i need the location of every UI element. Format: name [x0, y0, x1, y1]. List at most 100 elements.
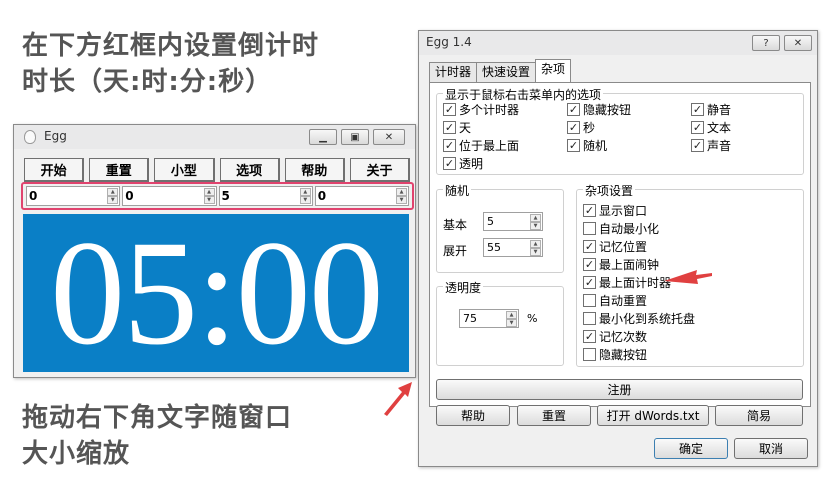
opacity-group-label: 透明度: [443, 279, 484, 296]
random-base-label: 基本: [443, 218, 468, 232]
auto-minimize-checkbox[interactable]: 自动最小化: [583, 220, 659, 237]
checkbox-box[interactable]: ✓: [567, 139, 580, 152]
maximize-button[interactable]: ▣: [341, 129, 369, 145]
days-input[interactable]: 0 ▲ ▼: [26, 186, 121, 206]
checkbox-box[interactable]: ✓: [443, 121, 456, 134]
random-group-label: 随机: [443, 182, 472, 199]
top-caption-line1: 在下方红框内设置倒计时: [22, 31, 320, 61]
hours-input[interactable]: 0 ▲ ▼: [122, 186, 217, 206]
checkbox-box[interactable]: ✓: [583, 276, 596, 289]
random-base-spinner[interactable]: ▲ ▼: [530, 214, 541, 230]
random-group: 随机 基本 5 ▲ ▼ 展开 55 ▲ ▼: [436, 182, 564, 273]
duration-fields-frame: 0 ▲ ▼ 0 ▲ ▼ 5 ▲ ▼ 0 ▲ ▼: [21, 182, 414, 210]
checkbox-box[interactable]: ✓: [691, 103, 704, 116]
arrow-to-topmost-timer-icon: [664, 270, 712, 284]
cm-multiple-timers-checkbox[interactable]: ✓ 多个计时器: [443, 101, 519, 118]
open-dwords-button[interactable]: 打开 dWords.txt: [597, 405, 709, 426]
checkbox-box[interactable]: [583, 294, 596, 307]
egg-app-icon: [24, 130, 36, 144]
checkbox-box[interactable]: ✓: [691, 139, 704, 152]
ok-button[interactable]: 确定: [654, 438, 728, 459]
checkbox-box[interactable]: [583, 348, 596, 361]
hide-buttons-checkbox[interactable]: 隐藏按钮: [583, 346, 647, 363]
arrow-to-resize-corner-icon: [384, 382, 412, 416]
egg-titlebar[interactable]: Egg ▁ ▣ ✕: [14, 125, 415, 149]
random-base-input[interactable]: 5 ▲ ▼: [483, 212, 543, 231]
cm-seconds-checkbox[interactable]: ✓ 秒: [567, 119, 595, 136]
options-button[interactable]: 选项: [219, 158, 280, 182]
simple-mode-button[interactable]: 简易: [715, 405, 803, 426]
context-menu-group: 显示于鼠标右击菜单内的选项 ✓ 多个计时器 ✓ 隐藏按钮 ✓ 静音 ✓ 天 ✓ 秒 ✓ 文本…: [436, 86, 804, 175]
egg-timer-window: Egg ▁ ▣ ✕ 开始 重置 小型 选项 帮助 关于 0 ▲ ▼ 0 ▲ ▼ 5 …: [13, 124, 416, 378]
cm-transparent-checkbox[interactable]: ✓ 透明: [443, 155, 483, 172]
tab-misc[interactable]: 杂项: [535, 59, 572, 82]
opacity-input[interactable]: 75 ▲ ▼: [459, 309, 519, 328]
start-button[interactable]: 开始: [24, 158, 85, 182]
checkbox-box[interactable]: ✓: [443, 103, 456, 116]
minutes-input[interactable]: 5 ▲ ▼: [218, 186, 313, 206]
hours-spinner[interactable]: ▲ ▼: [203, 188, 215, 204]
days-spinner[interactable]: ▲ ▼: [107, 188, 119, 204]
bottom-caption-line1: 拖动右下角文字随窗口: [22, 403, 293, 433]
help-button[interactable]: 帮助: [284, 158, 345, 182]
misc-settings-group-label: 杂项设置: [583, 182, 636, 199]
cm-random-checkbox[interactable]: ✓ 随机: [567, 137, 607, 154]
minutes-spinner[interactable]: ▲ ▼: [299, 188, 311, 204]
compact-button[interactable]: 小型: [154, 158, 215, 182]
remember-count-checkbox[interactable]: ✓ 记忆次数: [583, 328, 647, 345]
cancel-button[interactable]: 取消: [734, 438, 808, 459]
cm-hide-buttons-checkbox[interactable]: ✓ 隐藏按钮: [567, 101, 631, 118]
random-expand-label: 展开: [443, 244, 468, 258]
dialog-titlebar[interactable]: Egg 1.4 ? ✕: [419, 31, 817, 55]
tab-quick-settings[interactable]: 快速设置: [476, 62, 537, 82]
dialog-help-button[interactable]: ?: [752, 35, 780, 51]
opacity-spinner[interactable]: ▲ ▼: [506, 311, 517, 327]
checkbox-box[interactable]: ✓: [567, 121, 580, 134]
checkbox-box[interactable]: [583, 312, 596, 325]
tab-timer[interactable]: 计时器: [429, 62, 478, 82]
top-caption: 在下方红框内设置倒计时 时长（天:时:分:秒）: [22, 28, 402, 100]
countdown-display: 05:00: [23, 214, 409, 372]
seconds-input[interactable]: 0 ▲ ▼: [314, 186, 409, 206]
close-icon: ✕: [793, 37, 803, 49]
misc-help-button[interactable]: 帮助: [436, 405, 510, 426]
random-expand-spinner[interactable]: ▲ ▼: [530, 240, 541, 256]
register-button[interactable]: 注册: [436, 379, 803, 400]
cm-sound-checkbox[interactable]: ✓ 声音: [691, 137, 731, 154]
bottom-caption: 拖动右下角文字随窗口 大小缩放: [22, 400, 402, 472]
checkbox-box[interactable]: ✓: [583, 204, 596, 217]
checkbox-box[interactable]: ✓: [583, 330, 596, 343]
cm-mute-checkbox[interactable]: ✓ 静音: [691, 101, 731, 118]
dialog-close-button[interactable]: ✕: [784, 35, 812, 51]
random-expand-input[interactable]: 55 ▲ ▼: [483, 238, 543, 257]
checkbox-box[interactable]: ✓: [443, 157, 456, 170]
dialog-title: Egg 1.4: [426, 35, 472, 49]
reset-button[interactable]: 重置: [89, 158, 150, 182]
checkbox-box[interactable]: ✓: [583, 258, 596, 271]
egg-toolbar: 开始 重置 小型 选项 帮助 关于: [24, 158, 411, 182]
misc-reset-button[interactable]: 重置: [517, 405, 591, 426]
misc-tab-panel: 显示于鼠标右击菜单内的选项 ✓ 多个计时器 ✓ 隐藏按钮 ✓ 静音 ✓ 天 ✓ 秒 ✓ 文本…: [429, 82, 811, 407]
cm-text-checkbox[interactable]: ✓ 文本: [691, 119, 731, 136]
cm-topmost-checkbox[interactable]: ✓ 位于最上面: [443, 137, 519, 154]
checkbox-box[interactable]: ✓: [443, 139, 456, 152]
remember-position-checkbox[interactable]: ✓ 记忆位置: [583, 238, 647, 255]
close-button[interactable]: ✕: [373, 129, 405, 145]
seconds-spinner[interactable]: ▲ ▼: [396, 188, 407, 204]
checkbox-box[interactable]: ✓: [567, 103, 580, 116]
checkbox-box[interactable]: ✓: [583, 240, 596, 253]
minimize-icon: ▁: [319, 131, 327, 143]
close-icon: ✕: [384, 131, 394, 143]
auto-reset-checkbox[interactable]: 自动重置: [583, 292, 647, 309]
topmost-alarm-checkbox[interactable]: ✓ 最上面闹钟: [583, 256, 659, 273]
show-window-checkbox[interactable]: ✓ 显示窗口: [583, 202, 647, 219]
about-button[interactable]: 关于: [349, 158, 411, 182]
checkbox-box[interactable]: [583, 222, 596, 235]
egg-window-title: Egg: [44, 129, 67, 143]
countdown-text: 05:00: [50, 210, 384, 376]
cm-days-checkbox[interactable]: ✓ 天: [443, 119, 471, 136]
minimize-to-tray-checkbox[interactable]: 最小化到系统托盘: [583, 310, 695, 327]
topmost-timer-checkbox[interactable]: ✓ 最上面计时器: [583, 274, 671, 291]
checkbox-box[interactable]: ✓: [691, 121, 704, 134]
minimize-button[interactable]: ▁: [309, 129, 337, 145]
